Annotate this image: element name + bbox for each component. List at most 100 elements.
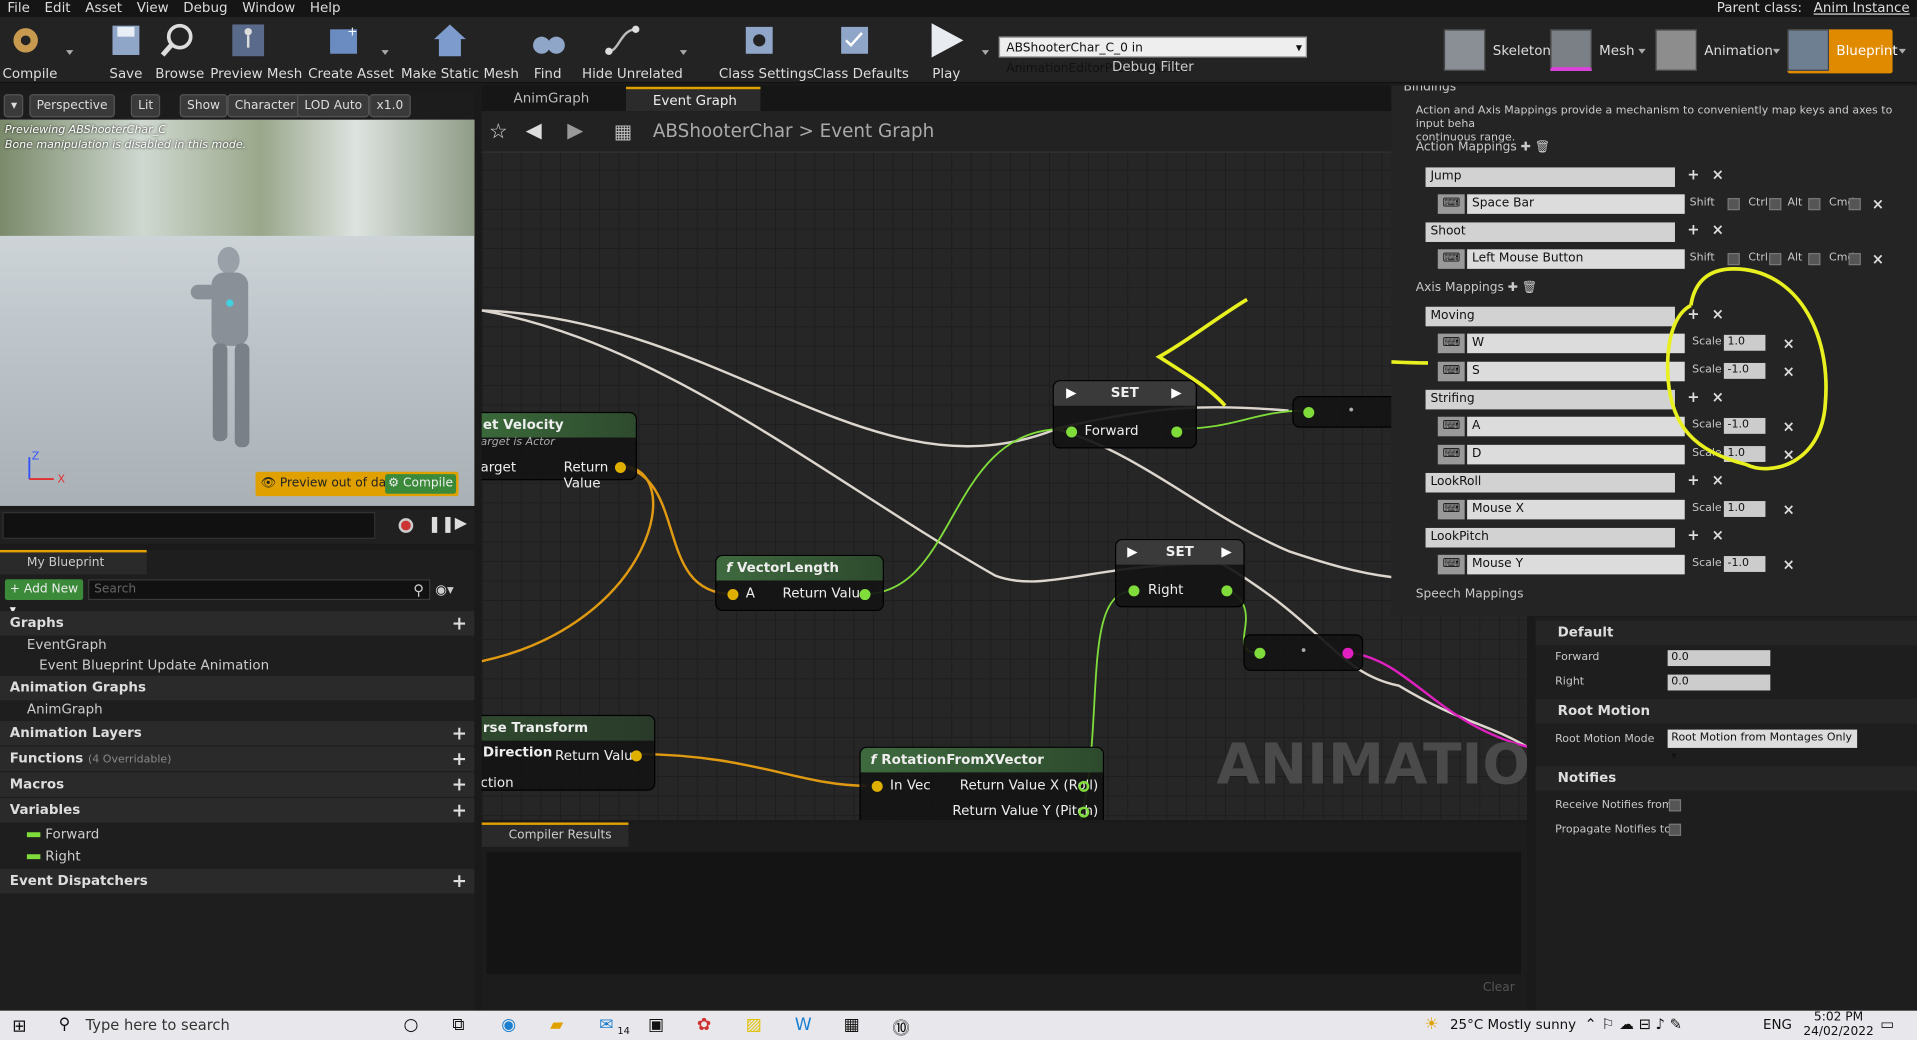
exec-in-icon[interactable]: ▶ xyxy=(1066,385,1076,401)
step-forward-button[interactable]: ▶ xyxy=(455,515,467,533)
section-default[interactable]: Default xyxy=(1535,620,1917,646)
weather-text[interactable]: 25°C Mostly sunny xyxy=(1450,1017,1576,1033)
character-button[interactable]: Character xyxy=(227,94,303,118)
word-icon[interactable]: W xyxy=(795,1016,812,1036)
calculator-icon[interactable]: ▦ xyxy=(844,1016,860,1036)
section-animation-layers[interactable]: Animation Layers + xyxy=(0,721,475,746)
float-pin-icon[interactable] xyxy=(1078,806,1090,818)
lit-button[interactable]: Lit xyxy=(130,94,161,118)
tab-my-blueprint[interactable]: My Blueprint xyxy=(0,549,147,575)
star-icon[interactable]: ☆ xyxy=(489,120,508,144)
section-graphs[interactable]: Graphs + xyxy=(0,611,475,636)
clock[interactable]: 5:02 PM 24/02/2022 xyxy=(1803,1011,1873,1040)
list-item-event-update[interactable]: Event Blueprint Update Animation xyxy=(39,657,269,673)
task-view-icon[interactable]: ⧉ xyxy=(452,1016,464,1036)
plus-icon[interactable]: + xyxy=(452,869,467,893)
variable-right[interactable]: Right xyxy=(26,848,81,864)
timeline-scrubber[interactable] xyxy=(2,512,376,539)
blueprint-search-input[interactable]: Search xyxy=(88,579,431,601)
exec-in-icon[interactable]: ▶ xyxy=(1127,544,1137,560)
vector-pin-icon[interactable] xyxy=(871,780,883,792)
section-notifies[interactable]: Notifies xyxy=(1535,766,1917,791)
lod-button[interactable]: LOD Auto xyxy=(297,94,370,118)
notification-icon[interactable]: ▭ xyxy=(1880,1016,1894,1033)
back-arrow-icon[interactable]: ◀ xyxy=(526,119,542,143)
mode-blueprint-button[interactable]: Blueprint xyxy=(1787,29,1898,74)
pause-button[interactable]: ❚❚ xyxy=(428,516,455,534)
menu-view[interactable]: View xyxy=(129,0,176,16)
plus-icon[interactable]: + xyxy=(452,747,467,771)
menu-help[interactable]: Help xyxy=(303,0,348,16)
menu-file[interactable]: File xyxy=(0,0,37,16)
node-inverse-transform-direction[interactable]: rse Transform Direction Return Value ction xyxy=(481,714,656,791)
search-icon[interactable]: ⚲ xyxy=(413,582,424,599)
app-icon[interactable]: ✿ xyxy=(697,1016,711,1036)
mode-animation-button[interactable]: Animation xyxy=(1655,29,1777,73)
play-speed-button[interactable]: x1.0 xyxy=(369,94,411,118)
class-settings-button[interactable]: Class Settings xyxy=(719,20,814,82)
compile-small-button[interactable]: ⚙ Compile xyxy=(385,474,457,494)
compile-button[interactable]: Compile xyxy=(2,20,57,82)
edge-icon[interactable]: ◉ xyxy=(501,1016,516,1036)
unreal-icon[interactable]: ⓾ xyxy=(892,1016,909,1040)
section-root-motion[interactable]: Root Motion xyxy=(1535,699,1917,724)
browse-button[interactable]: Browse xyxy=(155,20,204,82)
debug-filter-select[interactable]: ABShooterChar_C_0 in AnimationEditorPrev… xyxy=(998,36,1307,76)
float-pin-icon[interactable] xyxy=(1221,585,1233,597)
float-pin-icon[interactable] xyxy=(1066,426,1078,438)
play-dropdown-icon[interactable] xyxy=(981,50,990,55)
float-pin-icon[interactable] xyxy=(1171,426,1183,438)
language-indicator[interactable]: ENG xyxy=(1763,1017,1792,1033)
record-button[interactable] xyxy=(398,518,414,533)
list-item-anim-graph[interactable]: AnimGraph xyxy=(27,701,103,717)
float-pin-icon[interactable] xyxy=(1128,585,1140,597)
tab-anim-graph[interactable]: AnimGraph xyxy=(487,87,599,111)
menu-edit[interactable]: Edit xyxy=(37,0,78,16)
plus-icon[interactable]: + xyxy=(452,798,467,822)
section-macros[interactable]: Macros + xyxy=(0,772,475,797)
menu-debug[interactable]: Debug xyxy=(176,0,235,16)
node-rotation-from-x-vector[interactable]: f RotationFromXVector In Vec Return Value X… xyxy=(859,746,1105,821)
float-pin-icon[interactable] xyxy=(1254,647,1266,659)
note-icon[interactable]: ▨ xyxy=(746,1016,762,1036)
exec-out-icon[interactable]: ▶ xyxy=(1221,544,1231,560)
mode-skeleton-button[interactable]: Skeleton xyxy=(1443,29,1551,73)
blueprint-dropdown-icon[interactable] xyxy=(1898,48,1907,54)
add-new-button[interactable]: + Add New ▾ xyxy=(4,579,84,617)
propagate-notifies-checkbox[interactable] xyxy=(1668,823,1682,836)
float-pin-icon[interactable] xyxy=(1078,780,1090,792)
mesh-dropdown-icon[interactable] xyxy=(1638,48,1646,54)
node-get-velocity[interactable]: et Velocity arget is Actor arget Return Val… xyxy=(481,411,637,491)
receive-notifies-checkbox[interactable] xyxy=(1668,799,1682,812)
event-graph-canvas[interactable]: et Velocity arget is Actor arget Return Val… xyxy=(481,111,1528,821)
forward-value-field[interactable]: 0.0 xyxy=(1667,650,1771,667)
preview-viewport[interactable]: Previewing ABShooterChar_C Bone manipulat… xyxy=(0,119,475,506)
list-item-event-graph[interactable]: EventGraph xyxy=(27,637,107,653)
node-reroute-2[interactable]: • xyxy=(1243,634,1364,671)
terminal-icon[interactable]: ▣ xyxy=(648,1016,664,1036)
taskbar-search-input[interactable]: Type here to search xyxy=(86,1017,230,1034)
animation-dropdown-icon[interactable] xyxy=(1772,48,1781,54)
section-animation-graphs[interactable]: Animation Graphs xyxy=(0,675,475,701)
show-button[interactable]: Show xyxy=(179,94,228,118)
menu-window[interactable]: Window xyxy=(235,0,303,16)
viewport-options-button[interactable]: ▾ xyxy=(3,94,24,118)
folder-icon[interactable]: ▰ xyxy=(550,1016,563,1036)
preview-mesh-button[interactable]: Preview Mesh xyxy=(210,20,302,82)
vector-pin-icon[interactable] xyxy=(727,589,739,601)
section-variables[interactable]: Variables + xyxy=(0,798,475,823)
right-value-field[interactable]: 0.0 xyxy=(1667,674,1771,691)
cortana-icon[interactable]: ○ xyxy=(403,1016,418,1036)
mail-icon[interactable]: ✉ xyxy=(599,1016,613,1036)
vector-pin-icon[interactable] xyxy=(630,750,642,762)
root-motion-mode-select[interactable]: Root Motion from Montages Only ▾ xyxy=(1667,729,1858,763)
mode-mesh-button[interactable]: Mesh xyxy=(1550,29,1650,73)
breadcrumb-root[interactable]: ABShooterChar xyxy=(653,120,793,142)
vector-pin-icon[interactable] xyxy=(614,461,626,473)
menu-asset[interactable]: Asset xyxy=(78,0,129,16)
section-event-dispatchers[interactable]: Event Dispatchers + xyxy=(0,868,475,894)
rotator-pin-icon[interactable] xyxy=(1342,647,1354,659)
make-static-mesh-button[interactable]: Make Static Mesh xyxy=(401,20,519,82)
perspective-button[interactable]: Perspective xyxy=(29,94,115,118)
variable-forward[interactable]: Forward xyxy=(26,826,99,842)
